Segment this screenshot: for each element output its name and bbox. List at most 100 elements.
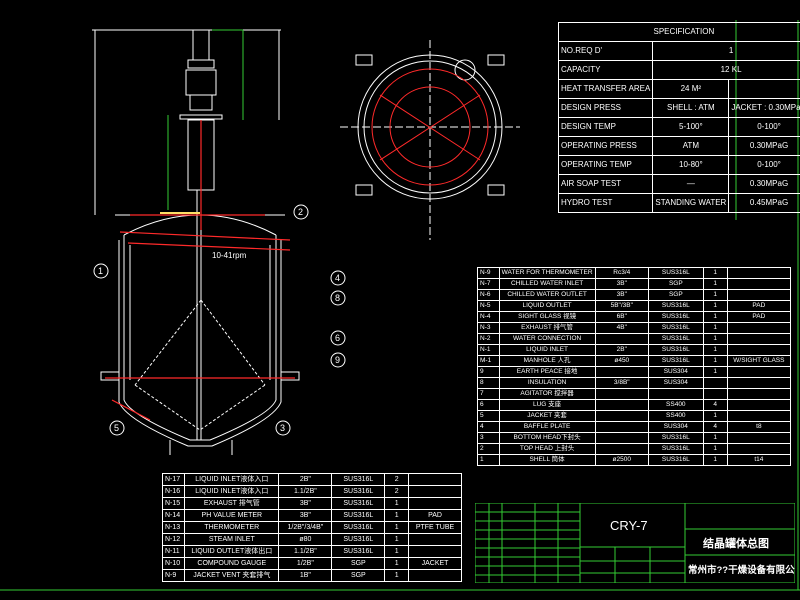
table-cell: SUS316L xyxy=(648,443,704,455)
table-row: N-1 LIQUID INLET 2B" SUS316L 1 xyxy=(477,344,792,356)
table-row: OPERATING PRESS ATM 0.30MPaG xyxy=(557,136,800,156)
speed-label: 10-41rpm xyxy=(212,251,247,260)
table-cell: CHILLED WATER INLET xyxy=(498,278,596,290)
table-cell: 4B" xyxy=(594,322,650,334)
table-cell: 1/2B" xyxy=(278,557,333,570)
table-row: AIR SOAP TEST —0.30MPaG xyxy=(557,174,800,194)
table-cell: 0-100° xyxy=(728,117,800,137)
table-cell: 10-80° xyxy=(652,155,730,175)
company-name: 常州市??干燥设备有限公司 xyxy=(688,564,795,576)
table-cell: 3B" xyxy=(594,278,650,290)
table-cell: 5 xyxy=(477,410,500,422)
table-cell: LIQUID INLET xyxy=(498,344,596,356)
table-cell: EARTH PEACE 接地 xyxy=(498,366,596,378)
balloon-label: 6 xyxy=(335,333,340,343)
table-row: M-1 MANHOLE 人孔 ø450 SUS316L 1 W/SIGHT GLASS xyxy=(477,355,792,367)
table-cell: 1 xyxy=(702,443,728,455)
table-cell: DESIGN PRESS xyxy=(557,98,654,118)
table-cell: SUS316L xyxy=(648,267,704,279)
table-cell: 1 xyxy=(702,344,728,356)
table-row: N-14 PH VALUE METER 3B" SUS316L 1 PAD xyxy=(161,509,462,522)
table-cell: 1 xyxy=(384,509,410,522)
table-row: 5 JACKET 夹套 SS400 1 xyxy=(477,410,792,422)
table-row: N-16 LIQUID INLET液体入口 1.1/2B" SUS316L 2 xyxy=(161,485,462,498)
table-cell xyxy=(726,443,792,455)
balloon-label: 1 xyxy=(98,266,103,276)
table-cell: SUS304 xyxy=(648,377,704,389)
table-cell: N-3 xyxy=(477,322,500,334)
table-cell: SUS304 xyxy=(648,421,704,433)
table-cell: SUS316L xyxy=(331,509,386,522)
table-row: N-5 LIQUID OUTLET 5B"/3B" SUS316L 1 PAD xyxy=(477,300,792,312)
table-cell: 1 xyxy=(384,533,410,546)
table-cell: 4 xyxy=(477,421,500,433)
table-cell: N-11 xyxy=(161,545,186,558)
balloon-label: 8 xyxy=(335,293,340,303)
table-cell: ø450 xyxy=(594,355,650,367)
table-cell xyxy=(726,289,792,301)
table-row: N-2 WATER CONNECTION SUS316L 1 xyxy=(477,333,792,345)
table-cell: 1 xyxy=(702,278,728,290)
table-cell: 1.1/2B" xyxy=(278,545,333,558)
table-cell: 1 xyxy=(702,311,728,323)
table-row: N-6 CHILLED WATER OUTLET 3B" SGP 1 xyxy=(477,289,792,301)
table-row: 4 BAFFLE PLATE SUS304 4 t8 xyxy=(477,421,792,433)
table-cell: 2B" xyxy=(278,473,333,486)
table-cell: 5-100° xyxy=(652,117,730,137)
table-cell: 6B" xyxy=(594,311,650,323)
table-cell: 2 xyxy=(477,443,500,455)
table-cell: SS400 xyxy=(648,399,704,411)
table-cell: N-2 xyxy=(477,333,500,345)
table-cell: 1.1/2B" xyxy=(278,485,333,498)
table-cell: 1 xyxy=(477,454,500,466)
table-cell xyxy=(726,399,792,411)
agitator-blade xyxy=(134,299,266,431)
table-cell: DESIGN TEMP xyxy=(557,117,654,137)
table-cell: ø80 xyxy=(278,533,333,546)
drawing-number: CRY-7 xyxy=(610,518,648,533)
table-cell xyxy=(408,569,462,582)
table-cell: SGP xyxy=(331,569,386,582)
table-cell: 2B" xyxy=(594,344,650,356)
table-cell xyxy=(408,485,462,498)
table-cell: 4 xyxy=(702,421,728,433)
table-cell: 1 xyxy=(652,41,800,61)
table-cell: ø2500 xyxy=(594,454,650,466)
table-cell: SUS316L xyxy=(648,311,704,323)
table-cell: 7 xyxy=(477,388,500,400)
table-cell: BOTTOM HEAD下封头 xyxy=(498,432,596,444)
table-cell: 0.30MPaG xyxy=(728,174,800,194)
table-cell xyxy=(726,377,792,389)
table-cell: SUS316L xyxy=(331,545,386,558)
table-cell: 1 xyxy=(702,366,728,378)
table-row: 2 TOP HEAD 上封头 SUS316L 1 xyxy=(477,443,792,455)
table-row: N-17 LIQUID INLET液体入口 2B" SUS316L 2 xyxy=(161,473,462,486)
table-cell: SGP xyxy=(331,557,386,570)
table-cell: AIR SOAP TEST xyxy=(557,174,654,194)
table-cell: 1/2B"/3/4B" xyxy=(278,521,333,534)
table-cell xyxy=(408,533,462,546)
table-cell: t14 xyxy=(726,454,792,466)
table-cell: WATER CONNECTION xyxy=(498,333,596,345)
table-cell: M-1 xyxy=(477,355,500,367)
table-cell: 3B" xyxy=(278,497,333,510)
table-row: 1 SHELL 筒体 ø2500 SUS316L 1 t14 xyxy=(477,454,792,466)
table-row: 3 BOTTOM HEAD下封头 SUS316L 1 xyxy=(477,432,792,444)
table-cell: OPERATING TEMP xyxy=(557,155,654,175)
balloon-label: 9 xyxy=(335,355,340,365)
table-row: N-15 EXHAUST 排气管 3B" SUS316L 1 xyxy=(161,497,462,510)
table-cell: t8 xyxy=(726,421,792,433)
table-cell: 4 xyxy=(702,399,728,411)
table-cell: 0-100° xyxy=(728,155,800,175)
table-cell: 1 xyxy=(702,333,728,345)
table-cell: THERMOMETER xyxy=(184,521,280,534)
table-cell: N-10 xyxy=(161,557,186,570)
balloon-label: 2 xyxy=(298,207,303,217)
table-row: N-7 CHILLED WATER INLET 3B" SGP 1 xyxy=(477,278,792,290)
table-cell: EXHAUST 排气管 xyxy=(498,322,596,334)
table-cell: SUS316L xyxy=(648,432,704,444)
vessel-plan-view xyxy=(340,40,520,240)
table-cell xyxy=(702,388,728,400)
table-cell: JACKET VENT 夹套排气 xyxy=(184,569,280,582)
table-cell: LIQUID OUTLET液体出口 xyxy=(184,545,280,558)
